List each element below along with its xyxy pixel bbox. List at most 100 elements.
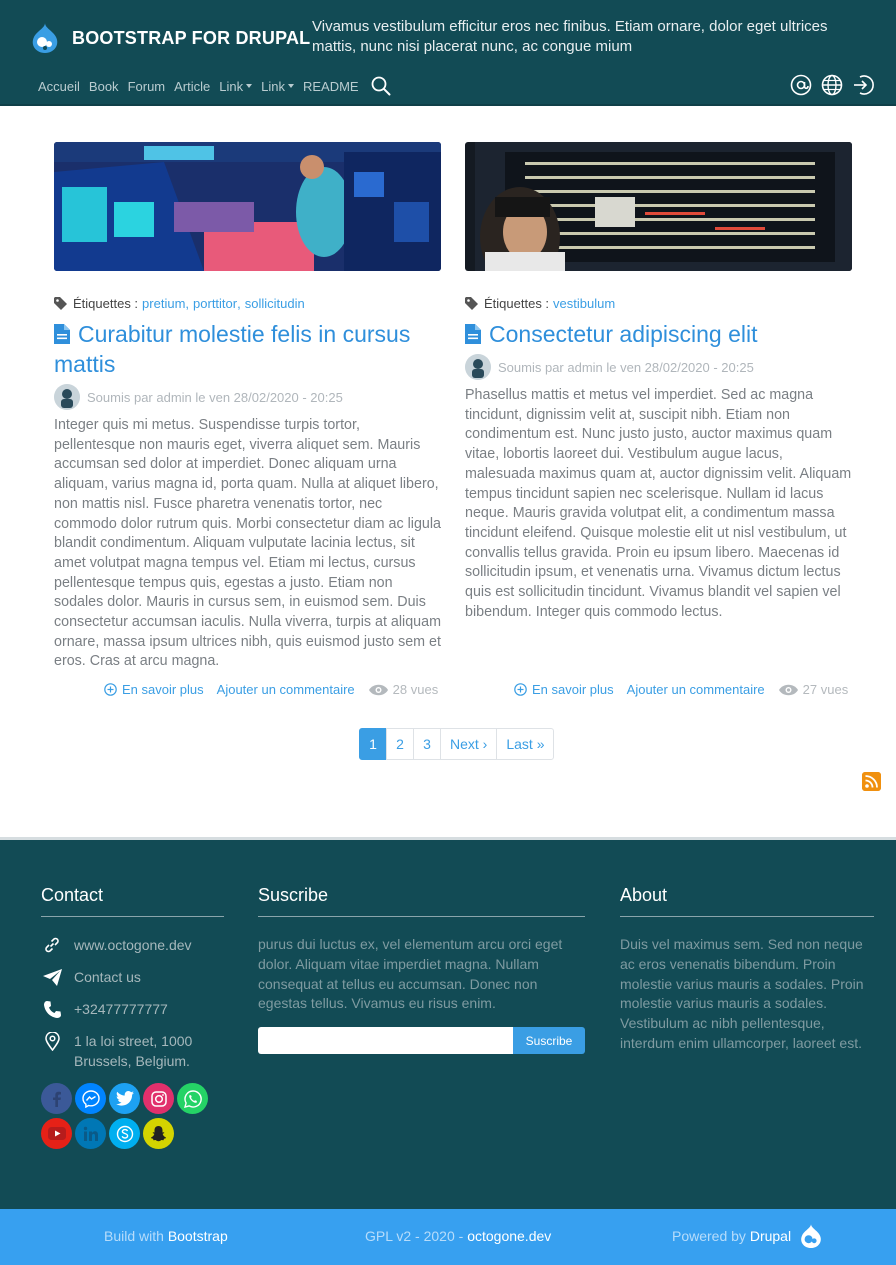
tag-link[interactable]: porttitor — [193, 296, 237, 311]
nav-link-label: Link — [219, 78, 244, 94]
views-label: 28 vues — [392, 682, 439, 697]
snapchat-icon[interactable] — [143, 1118, 174, 1149]
linkedin-icon[interactable] — [75, 1118, 106, 1149]
nav-link-label: Link — [261, 78, 285, 94]
footer-subscribe-title: Suscribe — [258, 885, 585, 917]
footer-contact: Contact www.octogone.dev Contact us +324… — [41, 885, 224, 1153]
contact-us-text: Contact us — [74, 969, 141, 985]
document-icon — [54, 324, 70, 344]
document-icon — [465, 324, 481, 344]
nav-accueil[interactable]: Accueil — [38, 79, 80, 94]
tag-separator: , — [237, 296, 241, 311]
article-image[interactable] — [54, 142, 441, 271]
eye-icon — [778, 684, 798, 695]
license: GPL v2 - 2020 - octogone.dev — [365, 1228, 551, 1244]
subscribe-button[interactable]: Suscribe — [513, 1027, 585, 1055]
map-pin-icon — [41, 1031, 63, 1051]
views-count: 27 vues — [778, 682, 848, 697]
drupal-link[interactable]: Drupal — [750, 1228, 791, 1244]
footer-contact-title: Contact — [41, 885, 224, 917]
read-more-label: En savoir plus — [532, 682, 614, 697]
about-text: Duis vel maximus sem. Sed non neque ac e… — [620, 936, 864, 1051]
article-title[interactable]: Curabitur molestie felis in cursus matti… — [54, 319, 441, 379]
pager-page-2[interactable]: 2 — [386, 728, 414, 760]
read-more-link[interactable]: En savoir plus — [104, 682, 204, 697]
article-title[interactable]: Consectetur adipiscing elit — [465, 319, 852, 349]
read-more-link[interactable]: En savoir plus — [514, 682, 614, 697]
phone-text: +32477777777 — [74, 1001, 168, 1017]
website-text: www.octogone.dev — [74, 937, 192, 953]
tags-label: Étiquettes : — [73, 296, 139, 311]
octogone-link[interactable]: octogone.dev — [467, 1228, 551, 1244]
nav-link-dropdown-1[interactable]: Link — [219, 78, 253, 94]
article-title-text[interactable]: Curabitur molestie felis in cursus matti… — [54, 321, 410, 377]
footer-about-title: About — [620, 885, 874, 917]
drupal-logo-icon[interactable] — [30, 22, 60, 54]
twitter-icon[interactable] — [109, 1083, 140, 1114]
tag-link[interactable]: pretium — [142, 296, 185, 311]
phone-icon — [41, 999, 63, 1019]
avatar[interactable] — [54, 384, 80, 410]
submitted-text: Soumis par admin le ven 28/02/2020 - 20:… — [87, 389, 343, 405]
search-icon[interactable] — [371, 76, 391, 96]
powered-prefix: Powered by — [672, 1228, 746, 1244]
nav-book[interactable]: Book — [89, 79, 119, 94]
caret-down-icon — [287, 84, 294, 88]
pager: 1 2 3 Next › Last » — [359, 728, 555, 760]
article-meta: Soumis par admin le ven 28/02/2020 - 20:… — [465, 354, 852, 380]
drupal-logo-icon[interactable] — [799, 1223, 823, 1249]
login-icon[interactable] — [852, 74, 874, 96]
article-title-text[interactable]: Consectetur adipiscing elit — [489, 321, 757, 347]
youtube-icon[interactable] — [41, 1118, 72, 1149]
subscribe-form: Suscribe — [258, 1027, 585, 1055]
contact-website[interactable]: www.octogone.dev — [41, 935, 224, 955]
rss-feed-icon[interactable] — [862, 772, 881, 791]
bootstrap-link[interactable]: Bootstrap — [168, 1228, 228, 1244]
plus-circle-icon — [514, 683, 527, 696]
footer-about: About Duis vel maximus sem. Sed non nequ… — [620, 885, 874, 1054]
messenger-icon[interactable] — [75, 1083, 106, 1114]
article-image[interactable] — [465, 142, 852, 287]
nav-link-dropdown-2[interactable]: Link — [261, 79, 294, 94]
header-icons — [781, 74, 874, 96]
subscribe-email-input[interactable] — [258, 1027, 513, 1055]
skype-icon[interactable] — [109, 1118, 140, 1149]
tag-link[interactable]: sollicitudin — [245, 296, 305, 311]
read-more-label: En savoir plus — [122, 682, 204, 697]
pager-next[interactable]: Next › — [440, 728, 498, 760]
build-prefix: Build with — [104, 1228, 164, 1244]
article-teaser: Étiquettes : vestibulum Consectetur adip… — [465, 142, 852, 622]
pager-last[interactable]: Last » — [496, 728, 555, 760]
caret-down-icon — [246, 84, 253, 88]
site-header: BOOTSTRAP FOR DRUPAL Vivamus vestibulum … — [0, 0, 896, 106]
at-sign-icon[interactable] — [790, 74, 812, 96]
contact-phone[interactable]: +32477777777 — [41, 999, 224, 1019]
pager-page-1[interactable]: 1 — [359, 728, 387, 760]
tag-link[interactable]: vestibulum — [553, 296, 615, 311]
whatsapp-icon[interactable] — [177, 1083, 208, 1114]
avatar[interactable] — [465, 354, 491, 380]
plus-circle-icon — [104, 683, 117, 696]
tags-label: Étiquettes : — [484, 296, 550, 311]
license-prefix: GPL v2 - 2020 - — [365, 1228, 464, 1244]
facebook-icon[interactable] — [41, 1083, 72, 1114]
contact-us-link[interactable]: Contact us — [41, 967, 224, 987]
footer-subscribe: Suscribe purus dui luctus ex, vel elemen… — [258, 885, 585, 1055]
main-nav: Accueil Book Forum Article Link Link REA… — [38, 76, 391, 96]
contact-address: 1 la loi street, 1000 Brussels, Belgium. — [41, 1031, 224, 1071]
nav-article[interactable]: Article — [174, 79, 210, 94]
nav-readme[interactable]: README — [303, 79, 359, 94]
add-comment-link[interactable]: Ajouter un commentaire — [217, 682, 355, 697]
article-tags: Étiquettes : pretium, porttitor, sollici… — [54, 296, 441, 311]
build-with: Build with Bootstrap — [104, 1228, 228, 1244]
article-tags: Étiquettes : vestibulum — [465, 296, 852, 311]
tag-icon — [465, 297, 478, 310]
nav-forum[interactable]: Forum — [128, 79, 166, 94]
pager-page-3[interactable]: 3 — [413, 728, 441, 760]
instagram-icon[interactable] — [143, 1083, 174, 1114]
views-count: 28 vues — [368, 682, 439, 697]
add-comment-link[interactable]: Ajouter un commentaire — [627, 682, 765, 697]
site-brand[interactable]: BOOTSTRAP FOR DRUPAL — [72, 28, 310, 49]
address-text: 1 la loi street, 1000 Brussels, Belgium. — [74, 1033, 193, 1069]
globe-icon[interactable] — [821, 74, 843, 96]
